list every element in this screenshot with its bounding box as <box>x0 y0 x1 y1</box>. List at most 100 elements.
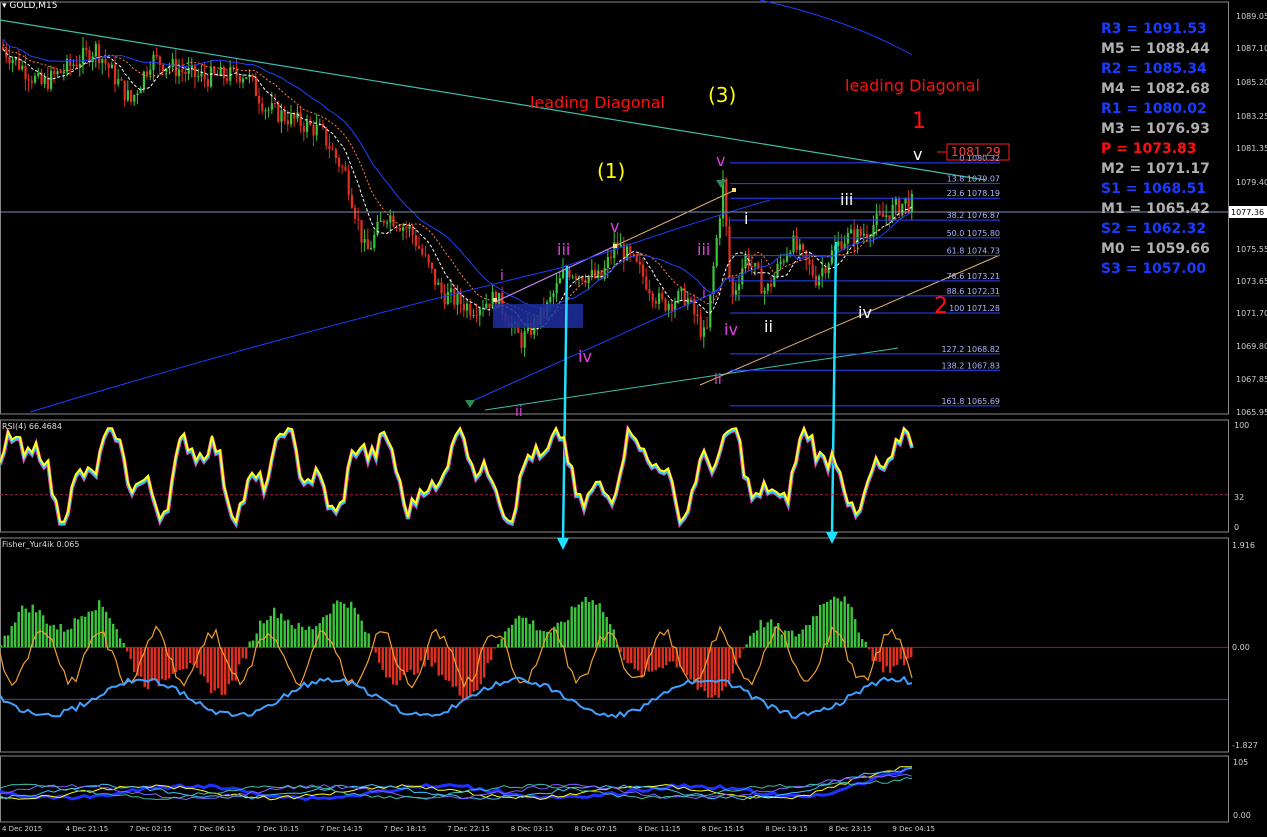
fisher-bar-positive <box>857 632 860 648</box>
candle-body <box>696 314 699 317</box>
candle-body <box>770 283 773 287</box>
candle-body <box>24 65 27 80</box>
wave-annotation: 1 <box>912 109 926 134</box>
fisher-panel-title: Fisher_Yur4ik 0.065 <box>2 540 80 549</box>
pivot-label: M2 = 1071.17 <box>1101 161 1210 177</box>
fisher-bar-positive <box>815 615 818 648</box>
candle-body <box>344 166 347 171</box>
candle-body <box>776 263 779 277</box>
fisher-bar-positive <box>94 610 97 648</box>
fisher-bar-positive <box>98 600 101 648</box>
candle-body <box>174 59 177 76</box>
fisher-bar-negative <box>637 647 640 671</box>
fisher-bar-negative <box>640 647 643 678</box>
fisher-bar-negative <box>654 647 657 671</box>
fisher-bar-positive <box>101 606 104 648</box>
candle-body <box>638 261 641 265</box>
candle-body <box>766 283 769 291</box>
fisher-bar-negative <box>409 647 412 670</box>
fisher-bar-negative <box>486 647 489 664</box>
candle-body <box>850 229 853 234</box>
fisher-bar-negative <box>241 647 244 658</box>
blue-curve-top <box>759 0 913 56</box>
fisher-bar-negative <box>682 647 685 673</box>
dropdown-arrow-icon[interactable]: ▾ <box>2 1 7 11</box>
fisher-bar-negative <box>493 647 496 649</box>
pivot-dot <box>493 298 497 302</box>
candle-body <box>139 88 142 94</box>
fisher-bar-negative <box>374 647 377 653</box>
fisher-bar-positive <box>350 601 353 648</box>
fisher-bar-positive <box>273 607 276 648</box>
price-axis-tick: 1089.05 <box>1236 12 1267 21</box>
candle-body <box>386 222 389 224</box>
fisher-bar-negative <box>189 647 192 664</box>
candle-body <box>904 197 907 204</box>
candle-body <box>245 77 248 79</box>
fisher-bar-positive <box>59 623 62 648</box>
candle-body <box>312 124 315 136</box>
time-axis-label: 8 Dec 23:15 <box>829 825 872 833</box>
fisher-bar-negative <box>714 647 717 696</box>
candle-body <box>123 80 126 101</box>
candle-body <box>885 215 888 217</box>
fisher-bar-positive <box>549 632 552 648</box>
fisher-bar-positive <box>248 641 251 648</box>
main-panel-frame <box>0 1 1229 415</box>
wave-annotation: iii <box>697 240 710 259</box>
fisher-bar-positive <box>794 636 797 648</box>
fisher-bar-positive <box>801 629 804 648</box>
fisher-bar-negative <box>192 647 195 666</box>
candle-body <box>427 255 430 263</box>
candle-body <box>242 78 245 83</box>
fisher-bar-negative <box>490 647 493 661</box>
candle-body <box>610 257 613 259</box>
chart-window[interactable]: 0 1080.32 13.8 1079.07 23.6 1078.19 38.2 10… <box>0 0 1267 833</box>
fisher-bar-positive <box>21 605 24 648</box>
candle-body <box>37 72 40 76</box>
fisher-bar-negative <box>217 647 220 689</box>
candle-body <box>677 291 680 303</box>
fisher-bar-positive <box>780 634 783 648</box>
fisher-bar-negative <box>885 647 888 667</box>
fisher-bar-positive <box>325 615 328 648</box>
fisher-bar-positive <box>511 624 514 648</box>
candle-body <box>210 67 213 87</box>
fisher-bar-negative <box>906 647 909 659</box>
price-axis-tick: 1067.85 <box>1236 375 1267 384</box>
candle-body <box>331 149 334 151</box>
fisher-bar-positive <box>339 601 342 648</box>
fib-level-label: 78.6 1073.21 <box>947 272 1000 281</box>
fisher-bar-positive <box>294 628 297 648</box>
fisher-bar-negative <box>185 647 188 669</box>
candle-body <box>85 47 88 51</box>
fisher-bar-negative <box>696 647 699 690</box>
fisher-bar-negative <box>206 647 209 683</box>
wave-annotation: iv <box>724 320 738 339</box>
fisher-bar-positive <box>836 598 839 648</box>
fisher-bar-positive <box>854 619 857 648</box>
fisher-bar-positive <box>66 629 69 648</box>
chart-canvas[interactable]: 0 1080.3213.8 1079.0723.6 1078.1938.2 10… <box>0 0 1267 833</box>
candle-body <box>715 238 718 267</box>
candle-body <box>261 103 264 112</box>
candle-body <box>478 309 481 316</box>
fisher-bar-positive <box>763 627 766 648</box>
wave-annotation: leading Diagonal <box>845 76 980 95</box>
wave-annotation: iii <box>840 190 853 209</box>
price-axis-tick: 1087.10 <box>1236 44 1267 53</box>
candle-body <box>878 213 881 215</box>
fisher-bar-positive <box>297 622 300 648</box>
fisher-bar-positive <box>252 640 255 648</box>
fib-level-label: 127.2 1068.82 <box>941 345 1000 354</box>
price-axis-tick: 1085.20 <box>1236 78 1267 87</box>
pivot-dot <box>732 188 736 192</box>
candle-body <box>104 59 107 64</box>
candle-body <box>155 54 158 57</box>
candle-body <box>8 56 11 64</box>
fisher-bar-positive <box>535 630 538 648</box>
pivot-label: M1 = 1065.42 <box>1101 201 1210 217</box>
fisher-bar-positive <box>84 616 87 648</box>
candle-body <box>853 229 856 245</box>
candle-body <box>402 227 405 231</box>
